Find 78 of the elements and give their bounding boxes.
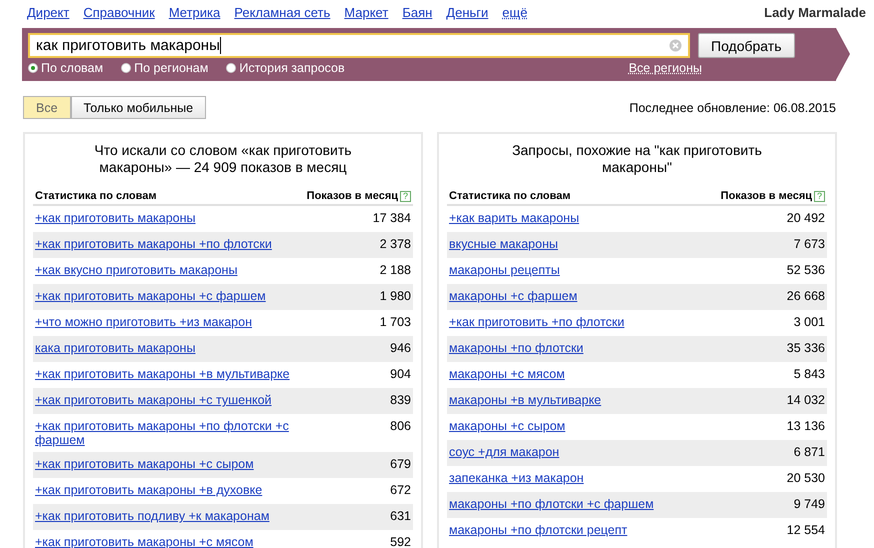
- phrase-link[interactable]: +как приготовить макароны +с сыром: [35, 457, 310, 471]
- count-cell: 35 336: [786, 341, 825, 355]
- phrase-link[interactable]: макароны +в мультиварке: [449, 393, 724, 407]
- column-header: Показов в месяц: [720, 190, 812, 202]
- count-cell: 1 980: [380, 289, 411, 303]
- count-cell: 20 530: [786, 471, 825, 485]
- count-cell: 631: [390, 509, 411, 523]
- radio-button[interactable]: [121, 63, 132, 73]
- nav-link[interactable]: Директ: [27, 5, 70, 20]
- phrase-link[interactable]: +как вкусно приготовить макароны: [35, 263, 310, 277]
- radio-label[interactable]: История запросов: [239, 61, 345, 75]
- phrase-link[interactable]: вкусные макароны: [449, 237, 724, 251]
- phrase-link[interactable]: +как варить макароны: [449, 211, 724, 225]
- nav-link[interactable]: Справочник: [83, 5, 155, 20]
- panel-title: Что искали со словом «как приготовить макароны» — 24 909 показов в месяц: [94, 142, 352, 175]
- radio-label[interactable]: По регионам: [134, 61, 208, 75]
- nav-link[interactable]: Метрика: [168, 5, 220, 20]
- column-header: Статистика по словам: [449, 190, 571, 202]
- count-cell: 5 843: [794, 367, 825, 381]
- phrase-link[interactable]: +как приготовить макароны +в духовке: [35, 483, 310, 497]
- count-cell: 904: [390, 367, 411, 381]
- phrase-link[interactable]: +как приготовить макароны +с фаршем: [35, 289, 310, 303]
- filter-tab[interactable]: Все: [23, 96, 71, 119]
- count-cell: 13 136: [786, 419, 825, 433]
- count-cell: 679: [390, 457, 411, 471]
- phrase-link[interactable]: +как приготовить макароны +в мультиварке: [35, 367, 310, 381]
- phrase-link[interactable]: +как приготовить +по флотски: [449, 315, 724, 329]
- count-cell: 7 673: [794, 237, 825, 251]
- phrase-link[interactable]: макароны +по флотски рецепт: [449, 523, 724, 537]
- count-cell: 52 536: [786, 263, 825, 277]
- radio-button[interactable]: [226, 63, 236, 73]
- last-update: Последнее обновление: 06.08.2015: [629, 100, 836, 114]
- count-cell: 946: [390, 341, 411, 355]
- more-link[interactable]: ещё: [502, 5, 528, 20]
- column-header: Статистика по словам: [35, 190, 157, 202]
- phrase-link[interactable]: макароны +по флотски: [449, 341, 724, 355]
- count-cell: 6 871: [794, 445, 825, 459]
- phrase-link[interactable]: +что можно приготовить +из макарон: [35, 315, 310, 329]
- phrase-link[interactable]: макароны +с мясом: [449, 367, 724, 381]
- count-cell: 20 492: [786, 211, 825, 225]
- count-cell: 2 188: [380, 263, 411, 277]
- phrase-link[interactable]: макароны +с фаршем: [449, 289, 724, 303]
- count-cell: 592: [390, 535, 411, 548]
- panel-title: Запросы, похожие на "как приготовить макароны": [512, 142, 762, 175]
- radio-label[interactable]: По словам: [41, 61, 104, 75]
- count-cell: 1 703: [380, 315, 411, 329]
- phrase-link[interactable]: +как приготовить подливу +к макаронам: [35, 509, 310, 523]
- phrase-link[interactable]: +как приготовить макароны +с тушенкой: [35, 393, 310, 407]
- count-cell: 26 668: [786, 289, 825, 303]
- count-cell: 672: [390, 483, 411, 497]
- phrase-link[interactable]: +как приготовить макароны +по флотски: [35, 237, 310, 251]
- regions-link[interactable]: Все регионы: [628, 61, 702, 75]
- count-cell: 839: [390, 393, 411, 407]
- count-cell: 12 554: [786, 523, 825, 537]
- phrase-link[interactable]: +как приготовить макароны +по флотски +с фаршем: [35, 419, 310, 447]
- nav-link[interactable]: Рекламная сеть: [234, 5, 330, 20]
- nav-link[interactable]: Маркет: [344, 5, 388, 20]
- search-field[interactable]: как приготовить макароны: [28, 33, 690, 58]
- column-header: Показов в месяц: [306, 190, 398, 202]
- phrase-link[interactable]: макароны +с сыром: [449, 419, 724, 433]
- nav-link[interactable]: Баян: [402, 5, 432, 20]
- phrase-link[interactable]: запеканка +из макарон: [449, 471, 724, 485]
- nav-link[interactable]: Деньги: [446, 5, 488, 20]
- count-cell: 2 378: [380, 237, 411, 251]
- count-cell: 14 032: [786, 393, 825, 407]
- user-name[interactable]: Lady Marmalade: [764, 5, 866, 20]
- count-cell: 3 001: [794, 315, 825, 329]
- phrase-link[interactable]: макароны +по флотски +с фаршем: [449, 497, 724, 511]
- count-cell: 9 749: [794, 497, 825, 511]
- filter-tab[interactable]: Только мобильные: [70, 96, 206, 119]
- count-cell: 17 384: [372, 211, 411, 225]
- count-cell: 806: [390, 419, 411, 433]
- phrase-link[interactable]: макароны рецепты: [449, 263, 724, 277]
- phrase-link[interactable]: соус +для макарон: [449, 445, 724, 459]
- phrase-link[interactable]: кака приготовить макароны: [35, 341, 310, 355]
- phrase-link[interactable]: +как приготовить макароны: [35, 211, 310, 225]
- search-button[interactable]: Подобрать: [698, 33, 794, 58]
- radio-button[interactable]: [28, 63, 38, 73]
